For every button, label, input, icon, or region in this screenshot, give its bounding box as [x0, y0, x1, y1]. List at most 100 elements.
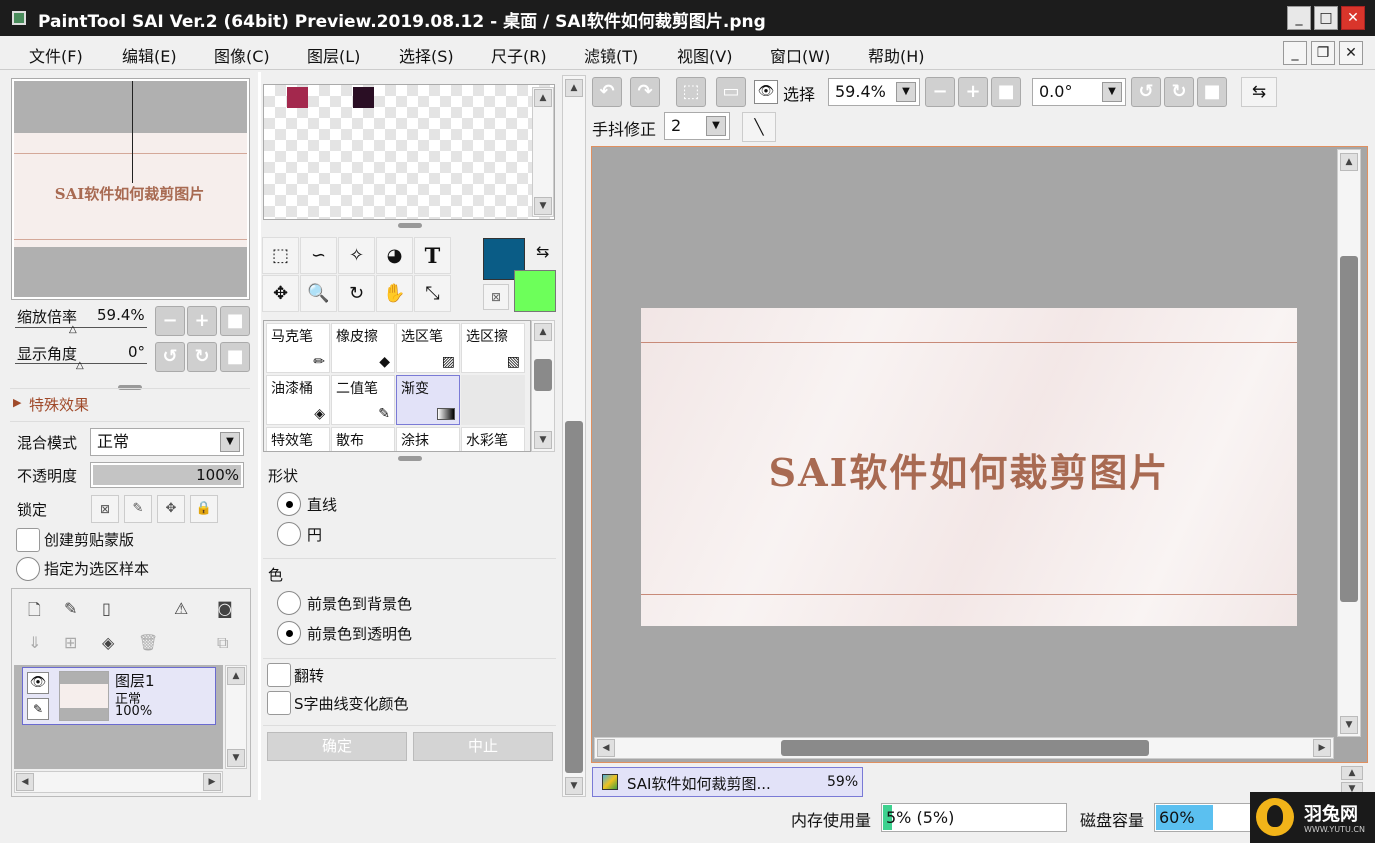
- lock-transparency-icon[interactable]: ⊠: [91, 495, 119, 523]
- brush-select-eraser[interactable]: 选区擦 ▧: [461, 323, 525, 373]
- maximize-button[interactable]: □: [1314, 6, 1338, 30]
- brush-gradient[interactable]: 渐变: [396, 375, 460, 425]
- zoom-slider[interactable]: [15, 327, 147, 328]
- brush-watercolor[interactable]: 水彩笔: [461, 427, 525, 451]
- undo-icon[interactable]: ↶: [592, 77, 622, 107]
- trash-icon[interactable]: 🗑: [138, 633, 158, 652]
- scroll-thumb[interactable]: [565, 421, 583, 773]
- scroll-up-icon[interactable]: ▲: [227, 667, 245, 685]
- brush-bucket[interactable]: 油漆桶 ◈: [266, 375, 330, 425]
- doc-minimize-button[interactable]: _: [1283, 41, 1307, 65]
- scroll-down-icon[interactable]: ▼: [534, 197, 552, 215]
- rotate-icon[interactable]: ↻: [338, 275, 375, 312]
- scroll-right-icon[interactable]: ▶: [203, 773, 221, 791]
- zoom-value[interactable]: 59.4%: [97, 306, 145, 324]
- scroll-thumb[interactable]: [1340, 256, 1358, 602]
- zoom-reset-button[interactable]: ■: [991, 77, 1021, 107]
- zoom-reset-button[interactable]: ■: [220, 306, 250, 336]
- layer-effects-icon[interactable]: ⚠: [174, 599, 188, 618]
- brush-smudge[interactable]: 涂抹: [396, 427, 460, 451]
- scroll-thumb[interactable]: [534, 359, 552, 391]
- rect-select-icon[interactable]: ⬚: [262, 237, 299, 274]
- menu-filter[interactable]: 滤镜(T): [584, 43, 638, 67]
- scroll-down-icon[interactable]: ▼: [1340, 716, 1358, 734]
- lasso-icon[interactable]: ∽: [300, 237, 337, 274]
- close-button[interactable]: ✕: [1341, 6, 1365, 30]
- scroll-thumb[interactable]: [781, 740, 1149, 756]
- new-folder-icon[interactable]: ▯: [102, 599, 111, 618]
- brush-scrollbar[interactable]: ▲ ▼: [531, 320, 555, 452]
- canvas-image[interactable]: SAI软件如何裁剪图片: [641, 308, 1297, 626]
- shape-icon[interactable]: ◕: [376, 237, 413, 274]
- move-icon[interactable]: ✥: [262, 275, 299, 312]
- brush-binary[interactable]: 二值笔 ✎: [331, 375, 395, 425]
- expand-arrow-icon[interactable]: ▶: [13, 396, 21, 409]
- cancel-button[interactable]: 中止: [413, 732, 553, 761]
- flip-horizontal-icon[interactable]: ⇆: [1241, 77, 1277, 107]
- zoom-dropdown[interactable]: 59.4% ▼: [828, 78, 920, 106]
- pencil-icon[interactable]: ✎: [27, 698, 49, 720]
- menu-file[interactable]: 文件(F): [29, 43, 83, 67]
- clear-layer-icon[interactable]: ◈: [102, 633, 114, 652]
- scurve-checkbox[interactable]: [267, 691, 291, 715]
- scroll-up-icon[interactable]: ▲: [565, 79, 583, 97]
- background-color[interactable]: [514, 270, 556, 312]
- doc-restore-button[interactable]: ❐: [1311, 41, 1335, 65]
- zoom-icon[interactable]: 🔍: [300, 275, 337, 312]
- deselect-icon[interactable]: ⬚: [676, 77, 706, 107]
- scroll-up-icon[interactable]: ▲: [534, 89, 552, 107]
- redo-icon[interactable]: ↷: [630, 77, 660, 107]
- layer-row[interactable]: 👁 ✎ 图层1 正常 100%: [22, 667, 216, 725]
- scroll-up-icon[interactable]: ▲: [534, 323, 552, 341]
- scroll-left-icon[interactable]: ◀: [16, 773, 34, 791]
- eye-icon[interactable]: 👁: [754, 80, 778, 104]
- brush-scatter[interactable]: 散布: [331, 427, 395, 451]
- menu-help[interactable]: 帮助(H): [868, 43, 925, 67]
- tool-panel-scrollbar[interactable]: ▲ ▼: [562, 75, 586, 797]
- duplicate-layer-icon[interactable]: ⧉: [217, 633, 228, 653]
- text-tool-icon[interactable]: T: [414, 237, 451, 274]
- tab-scroll-up-icon[interactable]: ▲: [1341, 766, 1363, 780]
- swatch-scrollbar[interactable]: ▲ ▼: [532, 87, 554, 217]
- color-fg-trans-radio[interactable]: [277, 621, 301, 645]
- eyedropper-icon[interactable]: ⤡: [414, 275, 451, 312]
- color-fg-bg-radio[interactable]: [277, 591, 301, 615]
- panel-splitter[interactable]: [398, 223, 422, 228]
- new-layer-icon[interactable]: 🗋: [28, 599, 41, 626]
- zoom-slider-handle[interactable]: △: [69, 324, 77, 335]
- canvas-hscrollbar[interactable]: ◀ ▶: [594, 737, 1334, 759]
- navigator-preview[interactable]: SAI软件如何裁剪图片: [11, 78, 250, 300]
- selection-sample-checkbox[interactable]: [16, 557, 40, 581]
- shape-circle-radio[interactable]: [277, 522, 301, 546]
- swatch[interactable]: [353, 87, 374, 108]
- scroll-right-icon[interactable]: ▶: [1313, 739, 1331, 757]
- panel-splitter[interactable]: [398, 456, 422, 461]
- transparent-color-icon[interactable]: ⊠: [483, 284, 509, 310]
- brush-select-pen[interactable]: 选区笔 ▨: [396, 323, 460, 373]
- lock-move-icon[interactable]: ✥: [157, 495, 185, 523]
- zoom-in-button[interactable]: +: [958, 77, 988, 107]
- swatch-palette[interactable]: ▲ ▼: [263, 84, 555, 220]
- zoom-out-button[interactable]: −: [155, 306, 185, 336]
- swap-colors-icon[interactable]: ⇆: [536, 242, 549, 261]
- shape-line-radio[interactable]: [277, 492, 301, 516]
- scroll-down-icon[interactable]: ▼: [534, 431, 552, 449]
- opacity-slider[interactable]: 100%: [90, 462, 244, 488]
- menu-layer[interactable]: 图层(L): [307, 43, 360, 67]
- eye-icon[interactable]: 👁: [27, 672, 49, 694]
- layer-scrollbar[interactable]: ▲ ▼: [225, 665, 247, 769]
- swatch[interactable]: [287, 87, 308, 108]
- doc-close-button[interactable]: ✕: [1339, 41, 1363, 65]
- zoom-out-button[interactable]: −: [925, 77, 955, 107]
- scroll-up-icon[interactable]: ▲: [1340, 153, 1358, 171]
- stabilizer-dropdown[interactable]: 2 ▼: [664, 112, 730, 140]
- angle-value[interactable]: 0°: [128, 343, 145, 361]
- document-tab[interactable]: SAI软件如何裁剪图... 59%: [592, 767, 863, 797]
- lock-paint-icon[interactable]: ✎: [124, 495, 152, 523]
- scroll-down-icon[interactable]: ▼: [227, 749, 245, 767]
- hand-icon[interactable]: ✋: [376, 275, 413, 312]
- menu-image[interactable]: 图像(C): [214, 43, 270, 67]
- blend-mode-dropdown[interactable]: 正常 ▼: [90, 428, 244, 456]
- zoom-in-button[interactable]: +: [187, 306, 217, 336]
- minimize-button[interactable]: _: [1287, 6, 1311, 30]
